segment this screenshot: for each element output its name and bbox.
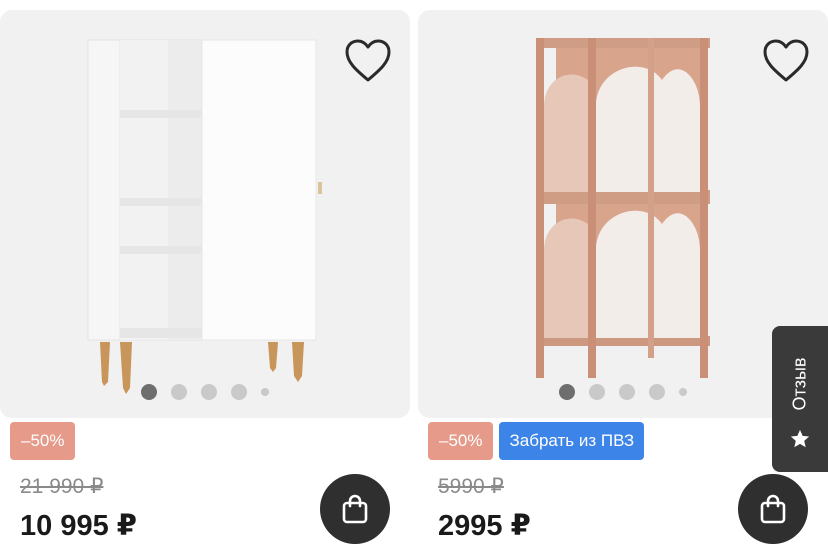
old-price: 21 990 ₽	[20, 475, 104, 498]
feedback-label: Отзыв	[789, 357, 810, 411]
product-card-2[interactable]: –50% Забрать из ПВЗ 5990 ₽ 2995 ₽	[418, 0, 828, 558]
heart-icon[interactable]	[762, 38, 810, 84]
gallery-dot[interactable]	[649, 384, 665, 400]
price: 2995 ₽	[438, 510, 531, 542]
price: 10 995 ₽	[20, 510, 137, 542]
gallery-dot[interactable]	[619, 384, 635, 400]
product-card-1[interactable]: –50% 21 990 ₽ 10 995 ₽	[0, 0, 410, 558]
gallery-dot[interactable]	[141, 384, 157, 400]
gallery-dots	[0, 384, 410, 400]
badges: –50% Забрать из ПВЗ	[428, 422, 645, 460]
gallery-dot[interactable]	[679, 388, 687, 396]
gallery-dots	[418, 384, 828, 400]
gallery-dot[interactable]	[231, 384, 247, 400]
badges: –50%	[10, 422, 76, 460]
gallery-dot[interactable]	[171, 384, 187, 400]
shopping-bag-icon	[760, 494, 786, 524]
add-to-cart-button[interactable]	[738, 474, 808, 544]
product-image-box[interactable]	[0, 10, 410, 418]
gallery-dot[interactable]	[201, 384, 217, 400]
heart-icon[interactable]	[344, 38, 392, 84]
feedback-tab[interactable]: Отзыв	[772, 326, 828, 472]
product-image-box[interactable]	[418, 10, 828, 418]
discount-badge: –50%	[428, 422, 494, 460]
gallery-dot[interactable]	[559, 384, 575, 400]
gallery-dot[interactable]	[261, 388, 269, 396]
star-icon	[790, 429, 810, 448]
discount-badge: –50%	[10, 422, 76, 460]
add-to-cart-button[interactable]	[320, 474, 390, 544]
shopping-bag-icon	[342, 494, 368, 524]
gallery-dot[interactable]	[589, 384, 605, 400]
old-price: 5990 ₽	[438, 475, 504, 498]
pickup-badge: Забрать из ПВЗ	[499, 422, 645, 460]
